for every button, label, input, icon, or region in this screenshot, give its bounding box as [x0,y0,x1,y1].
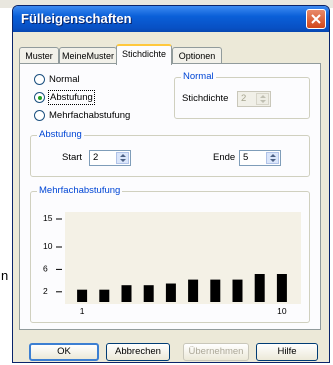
density-bar-5[interactable] [165,283,176,302]
tab-muster[interactable]: Muster [19,47,59,64]
start-spinner[interactable]: 2 [89,150,131,166]
spin-arrows-icon [270,154,276,162]
group-title-normal: Normal [181,71,216,82]
close-icon [311,14,321,24]
density-bar-3[interactable] [121,285,132,302]
density-bar-9[interactable] [254,274,265,302]
spin-arrows-icon [120,154,126,162]
density-bar-2[interactable] [99,289,110,302]
tab-optionen[interactable]: Optionen [172,47,222,64]
spin-buttons[interactable] [256,93,269,105]
ende-spinner[interactable]: 5 [239,150,281,166]
tab-panel-stichdichte: Normal Abstufung Mehrfachabstufung Norma… [19,63,321,330]
group-normal: Normal Stichdichte 2 [174,71,310,119]
title-bar[interactable]: Fülleigenschaften [13,6,329,32]
start-value: 2 [93,152,99,163]
group-mehrfachabstufung: Mehrfachabstufung 15 10 6 2 1 10 [30,185,310,323]
spin-buttons[interactable] [266,152,279,164]
stichdichte-value: 2 [241,93,247,104]
radio-label: Mehrfachabstufung [49,110,131,121]
y-tick-label: 2 [43,286,48,296]
group-title-abstufung: Abstufung [37,129,84,140]
ende-value: 5 [243,152,249,163]
help-button[interactable]: Hilfe [256,343,318,361]
ende-label: Ende [213,152,236,163]
stitch-density-chart[interactable]: 15 10 6 2 1 10 [39,212,301,316]
radio-label: Abstufung [48,90,95,105]
spin-buttons[interactable] [116,152,129,164]
density-bar-10[interactable] [276,274,287,302]
tab-meinemuster[interactable]: MeineMuster [59,47,117,64]
density-bar-7[interactable] [210,279,221,302]
density-bar-1[interactable] [77,289,88,302]
chart-title: Mehrfachabstufung [37,185,123,196]
x-tick-label: 10 [277,306,287,316]
y-tick-label: 15 [43,213,53,223]
stichdichte-spinner[interactable]: 2 [237,91,271,107]
stichdichte-label: Stichdichte [182,93,229,104]
close-button[interactable] [306,9,326,29]
radio-indicator [34,74,45,85]
x-tick-label: 1 [80,306,85,316]
density-bar-8[interactable] [232,279,243,302]
radio-label: Normal [49,74,80,85]
cancel-button[interactable]: Abbrechen [106,343,170,361]
start-label: Start [62,152,83,163]
radio-indicator-selected [34,92,45,103]
dialog-window: Fülleigenschaften Muster MeineMuster Sti… [12,5,330,363]
window-title: Fülleigenschaften [21,11,132,26]
y-tick-label: 10 [43,241,53,251]
density-bar-4[interactable] [143,285,154,302]
radio-indicator [34,110,45,121]
ok-button[interactable]: OK [29,343,99,361]
group-abstufung: Abstufung Start 2 Ende 5 [30,129,310,177]
density-bar-6[interactable] [188,279,199,302]
spin-arrows-icon [260,95,266,103]
background-text-fragment: n [1,268,9,283]
tab-stichdichte[interactable]: Stichdichte [116,44,172,65]
apply-button[interactable]: Übernehmen [183,343,249,361]
y-tick-label: 6 [43,263,48,273]
